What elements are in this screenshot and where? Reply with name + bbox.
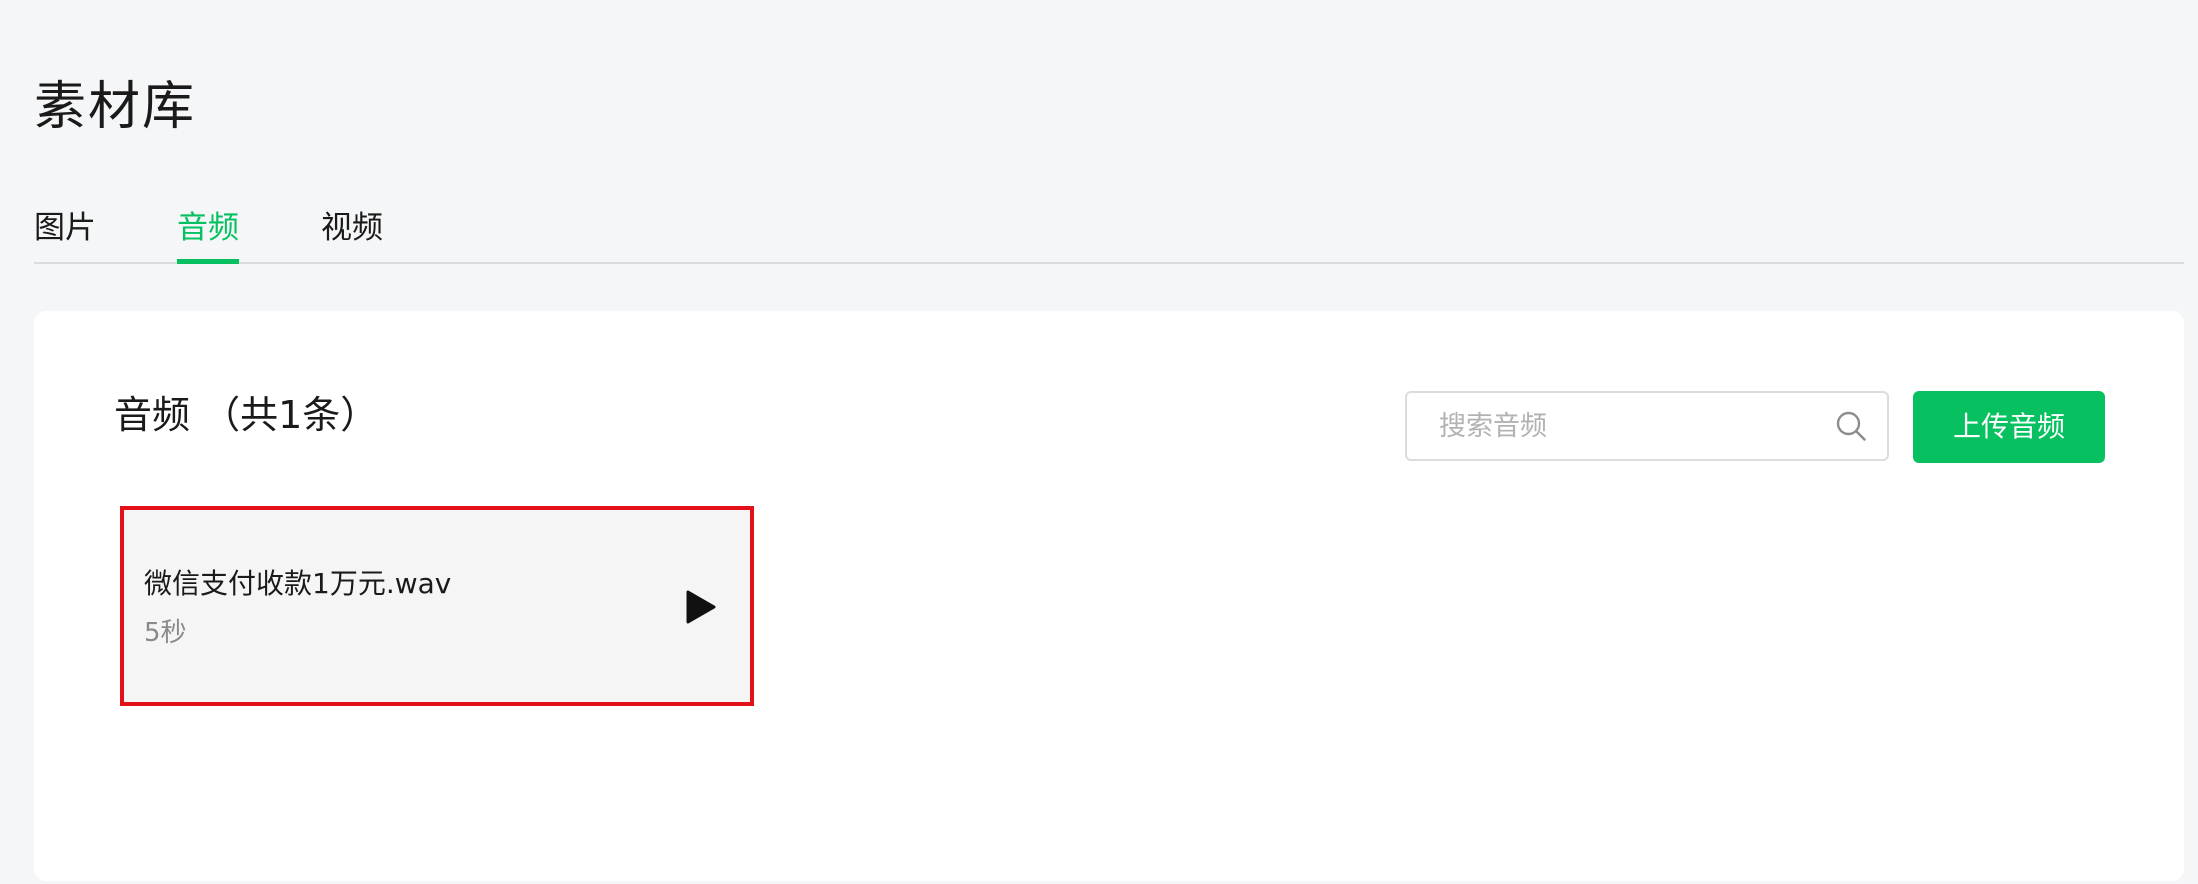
audio-duration: 5秒 bbox=[144, 618, 187, 648]
page-title: 素材库 bbox=[34, 77, 197, 137]
tab-bar: 图片 音频 视频 bbox=[34, 200, 2184, 264]
tab-video[interactable]: 视频 bbox=[321, 200, 383, 262]
search-box[interactable] bbox=[1405, 391, 1889, 461]
play-icon[interactable] bbox=[686, 590, 716, 624]
section-title: 音频 （共1条） bbox=[114, 393, 379, 437]
audio-file-name: 微信支付收款1万元.wav bbox=[144, 567, 452, 600]
tab-audio[interactable]: 音频 bbox=[177, 200, 239, 264]
upload-audio-button[interactable]: 上传音频 bbox=[1913, 391, 2105, 463]
audio-panel: 音频 （共1条） 上传音频 微信支付收款1万元.wav 5秒 bbox=[34, 311, 2184, 881]
search-icon[interactable] bbox=[1835, 410, 1867, 442]
search-input[interactable] bbox=[1439, 393, 1819, 459]
audio-item-card[interactable]: 微信支付收款1万元.wav 5秒 bbox=[120, 506, 754, 706]
tab-images[interactable]: 图片 bbox=[34, 200, 96, 262]
